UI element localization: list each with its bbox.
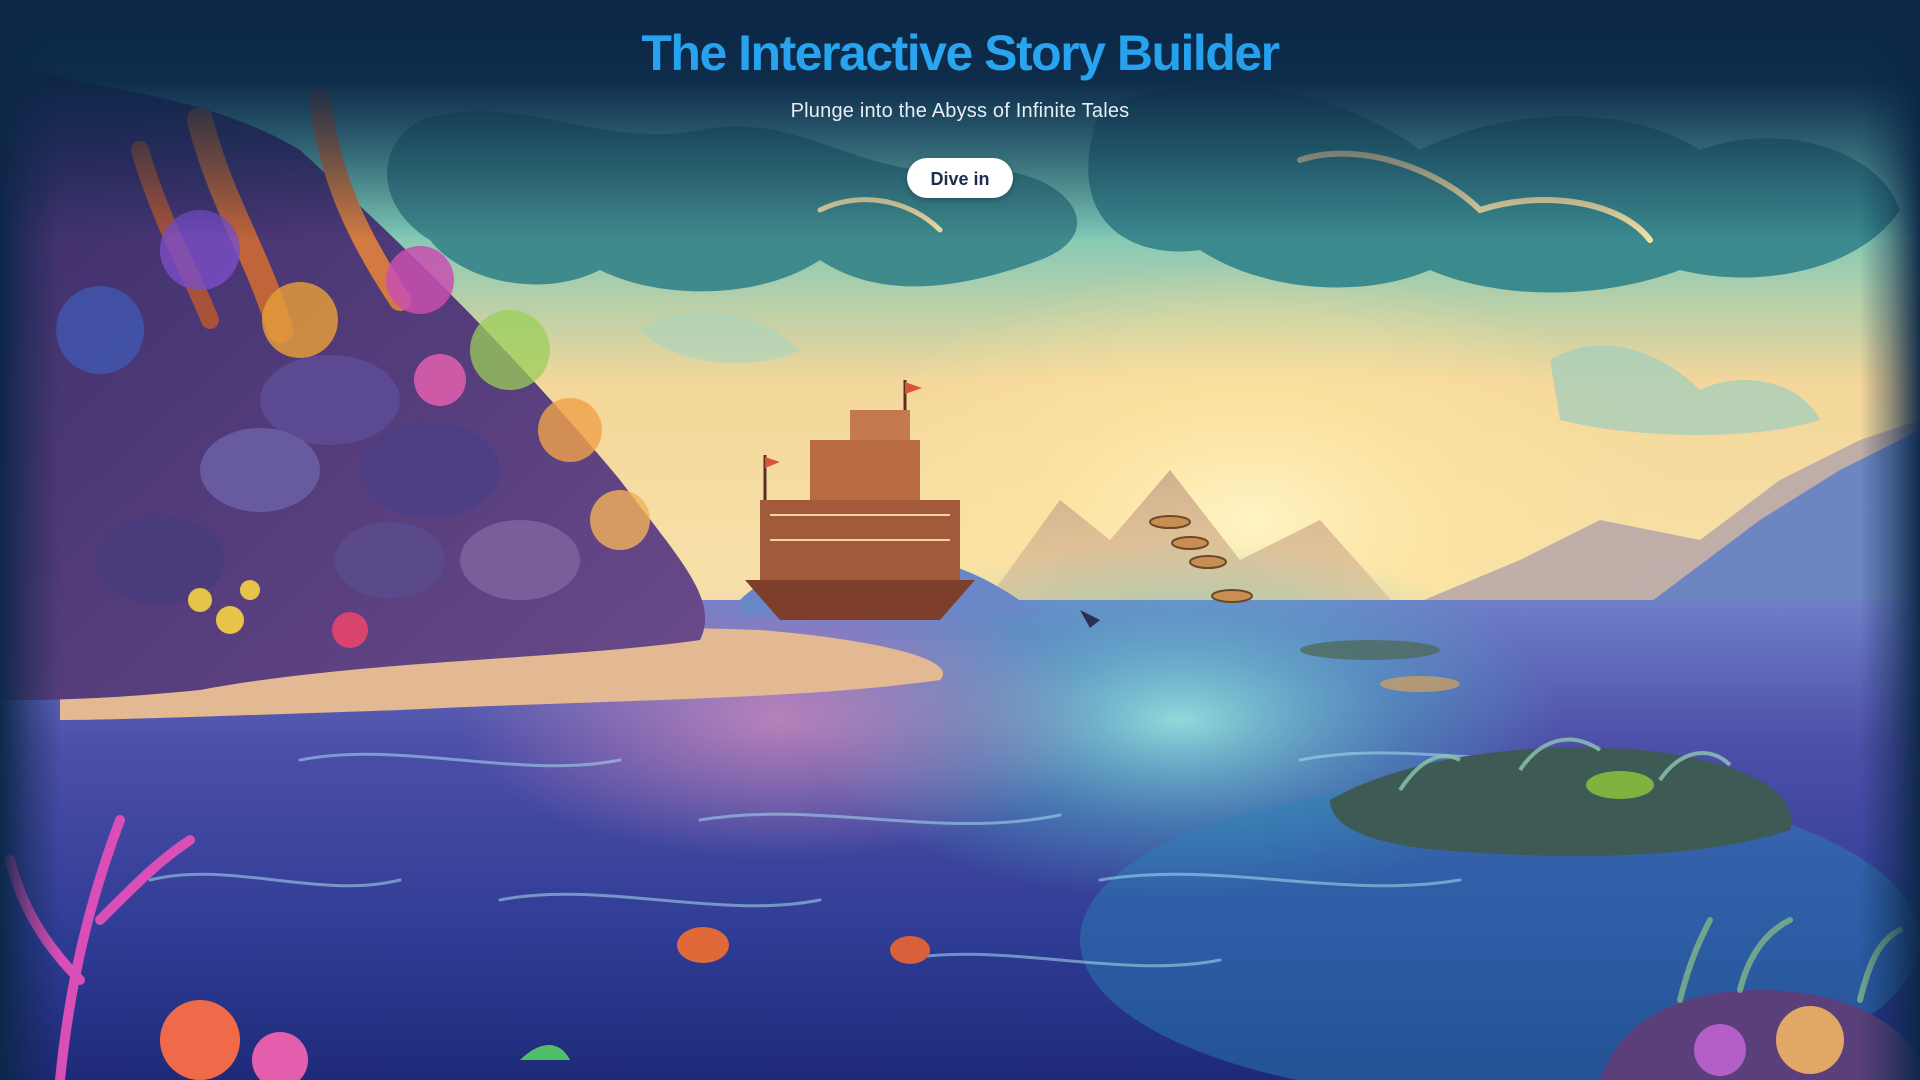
landing-page: The Interactive Story Builder Plunge int… xyxy=(0,0,1920,1080)
dive-in-button[interactable]: Dive in xyxy=(907,158,1013,198)
page-subtitle: Plunge into the Abyss of Infinite Tales xyxy=(790,100,1130,122)
page-title: The Interactive Story Builder xyxy=(0,0,1920,84)
hero-header: The Interactive Story Builder Plunge int… xyxy=(0,0,1920,198)
